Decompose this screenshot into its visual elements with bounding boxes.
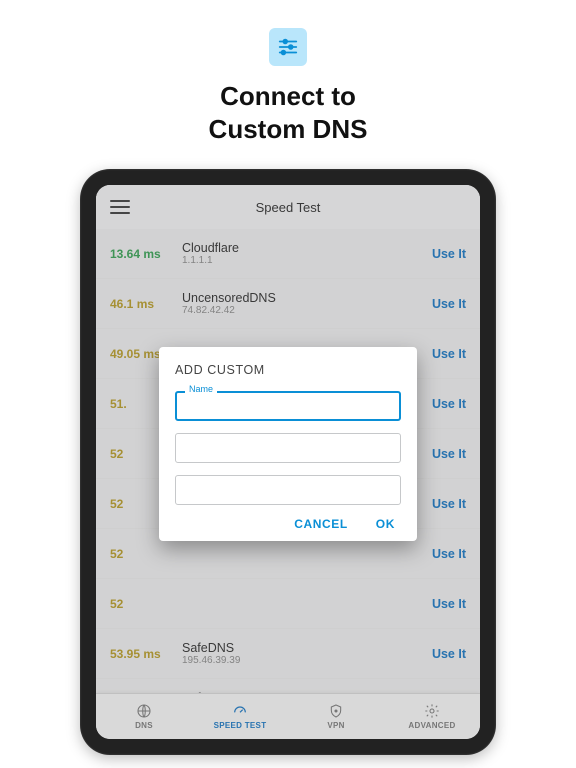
field-3-wrapper xyxy=(175,475,401,505)
list-item: 53.95 msSafeDNS195.46.39.39Use It xyxy=(96,629,480,679)
cancel-button[interactable]: CANCEL xyxy=(294,517,348,531)
server-ip: 1.1.1.1 xyxy=(182,255,432,266)
server-name: UncensoredDNS xyxy=(182,291,432,305)
app-header-title: Speed Test xyxy=(256,200,321,215)
latency-value: 53.95 ms xyxy=(110,647,182,661)
tab-speedtest-label: SPEED TEST xyxy=(214,721,267,730)
globe-icon xyxy=(136,703,152,719)
name-field-label: Name xyxy=(185,384,217,394)
list-item: 52 Use It xyxy=(96,579,480,629)
tablet-frame: Speed Test 13.64 msCloudflare1.1.1.1Use … xyxy=(80,169,496,755)
app-header: Speed Test xyxy=(96,185,480,229)
page-title: Connect to Custom DNS xyxy=(209,80,368,145)
use-it-button[interactable]: Use It xyxy=(432,447,466,461)
use-it-button[interactable]: Use It xyxy=(432,297,466,311)
server-info: SafeDNS195.46.39.39 xyxy=(182,641,432,666)
field-2-wrapper xyxy=(175,433,401,463)
dialog-actions: CANCEL OK xyxy=(175,517,401,531)
use-it-button[interactable]: Use It xyxy=(432,497,466,511)
use-it-button[interactable]: Use It xyxy=(432,647,466,661)
dialog-title: ADD CUSTOM xyxy=(175,363,401,377)
server-info: UncensoredDNS74.82.42.42 xyxy=(182,291,432,316)
tab-dns[interactable]: DNS xyxy=(96,703,192,730)
server-ip: 195.46.39.39 xyxy=(182,655,432,666)
tab-vpn[interactable]: VPN xyxy=(288,703,384,730)
use-it-button[interactable]: Use It xyxy=(432,247,466,261)
tab-dns-label: DNS xyxy=(135,721,153,730)
tab-advanced[interactable]: ADVANCED xyxy=(384,703,480,730)
menu-icon[interactable] xyxy=(110,197,130,217)
use-it-button[interactable]: Use It xyxy=(432,397,466,411)
server-name: SafeDNS xyxy=(182,641,432,655)
app-screen: Speed Test 13.64 msCloudflare1.1.1.1Use … xyxy=(96,185,480,739)
tab-advanced-label: ADVANCED xyxy=(408,721,455,730)
server-ip: 74.82.42.42 xyxy=(182,305,432,316)
tab-speedtest[interactable]: SPEED TEST xyxy=(192,703,288,730)
use-it-button[interactable]: Use It xyxy=(432,597,466,611)
latency-value: 52 xyxy=(110,547,182,561)
latency-value: 46.1 ms xyxy=(110,297,182,311)
server-info: Cloudflare1.1.1.1 xyxy=(182,241,432,266)
title-line1: Connect to xyxy=(220,81,356,111)
name-field-wrapper: Name xyxy=(175,391,401,421)
sliders-icon xyxy=(269,28,307,66)
list-item: 46.1 msUncensoredDNS74.82.42.42Use It xyxy=(96,279,480,329)
use-it-button[interactable]: Use It xyxy=(432,347,466,361)
bottom-tab-bar: DNS SPEED TEST VPN xyxy=(96,693,480,739)
latency-value: 52 xyxy=(110,597,182,611)
tab-vpn-label: VPN xyxy=(327,721,344,730)
latency-value: 13.64 ms xyxy=(110,247,182,261)
ok-button[interactable]: OK xyxy=(376,517,395,531)
list-item: 13.64 msCloudflare1.1.1.1Use It xyxy=(96,229,480,279)
add-custom-dialog: ADD CUSTOM Name CANCEL OK xyxy=(159,347,417,541)
title-line2: Custom DNS xyxy=(209,114,368,144)
gauge-icon xyxy=(232,703,248,719)
dns-input-2[interactable] xyxy=(175,475,401,505)
dns-input-1[interactable] xyxy=(175,433,401,463)
name-input[interactable] xyxy=(175,391,401,421)
server-name: Cloudflare xyxy=(182,241,432,255)
shield-icon xyxy=(328,703,344,719)
gear-icon xyxy=(424,703,440,719)
use-it-button[interactable]: Use It xyxy=(432,547,466,561)
